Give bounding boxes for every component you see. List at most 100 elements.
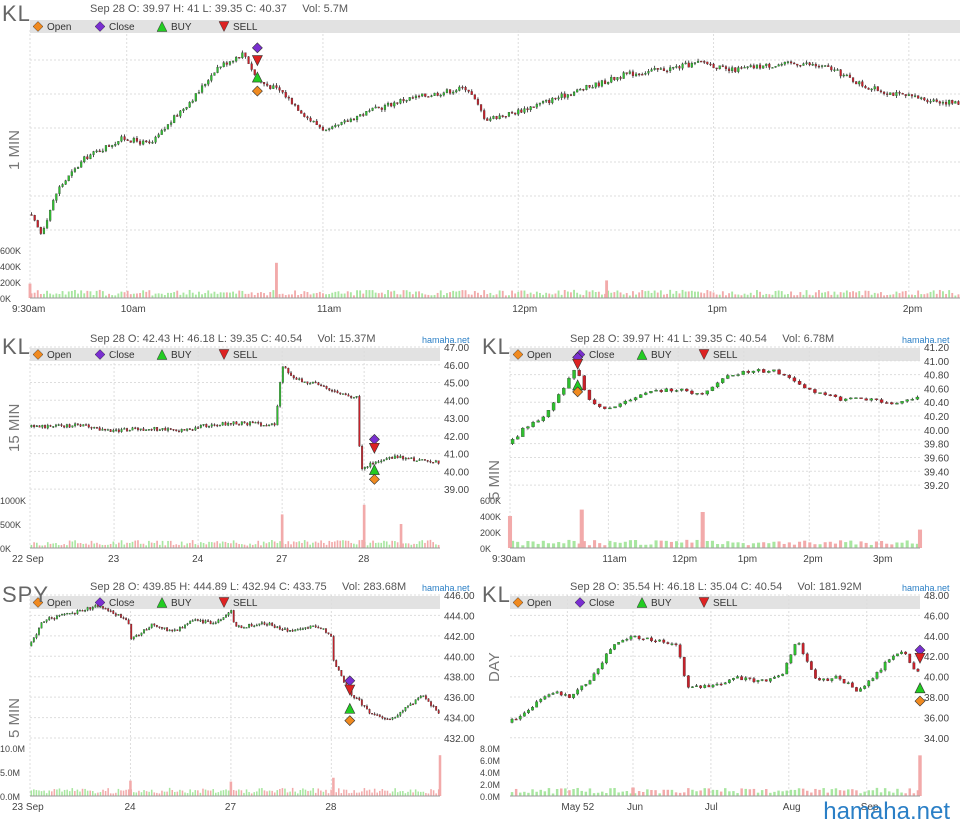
sell-legend-label: SELL: [233, 598, 258, 609]
volume-bar: [851, 789, 854, 796]
candle-body: [186, 428, 189, 431]
volume-bar: [338, 788, 340, 796]
candle-body: [368, 110, 371, 112]
volume-bar: [526, 293, 529, 298]
candle-body: [319, 627, 322, 629]
candle-body: [74, 423, 77, 426]
volume-bar: [374, 292, 377, 298]
volume-bar: [669, 289, 672, 298]
volume-bar: [208, 541, 210, 548]
candle-body: [268, 424, 271, 427]
candle-body: [674, 643, 678, 646]
candle-body: [166, 627, 169, 631]
volume-spike-bar: [917, 529, 923, 548]
candle-body: [785, 662, 789, 675]
candle-body: [120, 429, 123, 432]
candle-body: [212, 623, 215, 625]
candle-body: [603, 80, 607, 84]
volume-bar: [253, 792, 255, 796]
volume-bar: [579, 294, 582, 298]
volume-bar: [281, 788, 284, 796]
candle-body: [662, 68, 666, 72]
candle-body: [347, 394, 350, 397]
candle-body: [76, 423, 79, 425]
volume-bar: [384, 294, 386, 298]
volume-bar: [235, 293, 238, 298]
volume-bar: [563, 289, 566, 298]
candle-body: [46, 425, 49, 429]
volume-bar: [683, 792, 686, 796]
volume-bar: [531, 789, 534, 796]
timeframe-label: 5 MIN: [486, 459, 503, 500]
volume-tick-label: 6.0M: [480, 756, 500, 766]
candle-body: [333, 390, 336, 392]
candle-body: [758, 64, 762, 69]
time-tick-label: 11am: [317, 304, 341, 315]
volume-bar: [412, 792, 414, 796]
volume-bar: [900, 792, 903, 796]
candle-body: [650, 69, 653, 72]
candle-body: [588, 680, 592, 685]
volume-bar: [126, 290, 129, 298]
volume-spike-bar: [129, 780, 132, 796]
candle-body: [734, 67, 737, 72]
volume-bar: [128, 543, 131, 548]
volume-bar: [51, 791, 53, 796]
volume-bar: [842, 790, 846, 796]
candle-body: [122, 617, 125, 619]
volume-bar: [221, 541, 224, 548]
volume-bar: [593, 540, 597, 548]
volume-bar: [588, 788, 592, 796]
time-tick-label: Jul: [705, 802, 718, 813]
candle-body: [555, 691, 559, 694]
volume-bar: [295, 542, 298, 548]
volume-bar: [134, 540, 137, 548]
volume-bar: [343, 789, 345, 796]
candle-body: [185, 107, 188, 110]
candle-body: [213, 424, 216, 426]
volume-bar: [449, 292, 451, 298]
volume-bar: [222, 292, 225, 298]
volume-bar: [309, 294, 312, 298]
candle-body: [572, 693, 575, 698]
candle-body: [363, 705, 366, 707]
candle-body: [523, 108, 526, 113]
candle-body: [781, 673, 785, 676]
volume-bar: [741, 543, 745, 548]
candle-body: [827, 65, 830, 67]
candle-body: [873, 86, 876, 90]
volume-bar: [799, 292, 802, 298]
volume-bar: [588, 291, 591, 298]
candle-body: [557, 97, 560, 100]
volume-bar: [33, 789, 35, 796]
candle-body: [202, 620, 204, 624]
candle-body: [917, 95, 920, 99]
candle-body: [600, 80, 604, 87]
volume-bar: [138, 790, 140, 796]
candle-body: [180, 429, 183, 432]
candle-body: [158, 429, 161, 431]
candle-body: [613, 76, 616, 80]
candle-body: [337, 124, 340, 126]
candle-body: [625, 72, 628, 74]
candle-body: [112, 610, 115, 614]
candle-body: [112, 429, 115, 432]
candle-body: [833, 69, 836, 71]
candle-body: [518, 716, 522, 720]
volume-bar: [294, 290, 296, 298]
volume-bar: [854, 544, 858, 548]
volume-bar: [291, 294, 293, 298]
candle-body: [687, 62, 690, 68]
volume-bar: [446, 293, 448, 298]
candle-body: [107, 145, 111, 147]
candle-body: [68, 613, 71, 615]
volume-bar: [519, 792, 522, 796]
volume-bar: [198, 291, 200, 298]
candle-body: [662, 639, 666, 643]
volume-bar: [880, 292, 882, 298]
candle-body: [111, 145, 114, 147]
candle-body: [317, 626, 320, 629]
candle-body: [287, 96, 290, 99]
volume-bar: [202, 788, 204, 796]
volume-bar: [535, 791, 538, 796]
